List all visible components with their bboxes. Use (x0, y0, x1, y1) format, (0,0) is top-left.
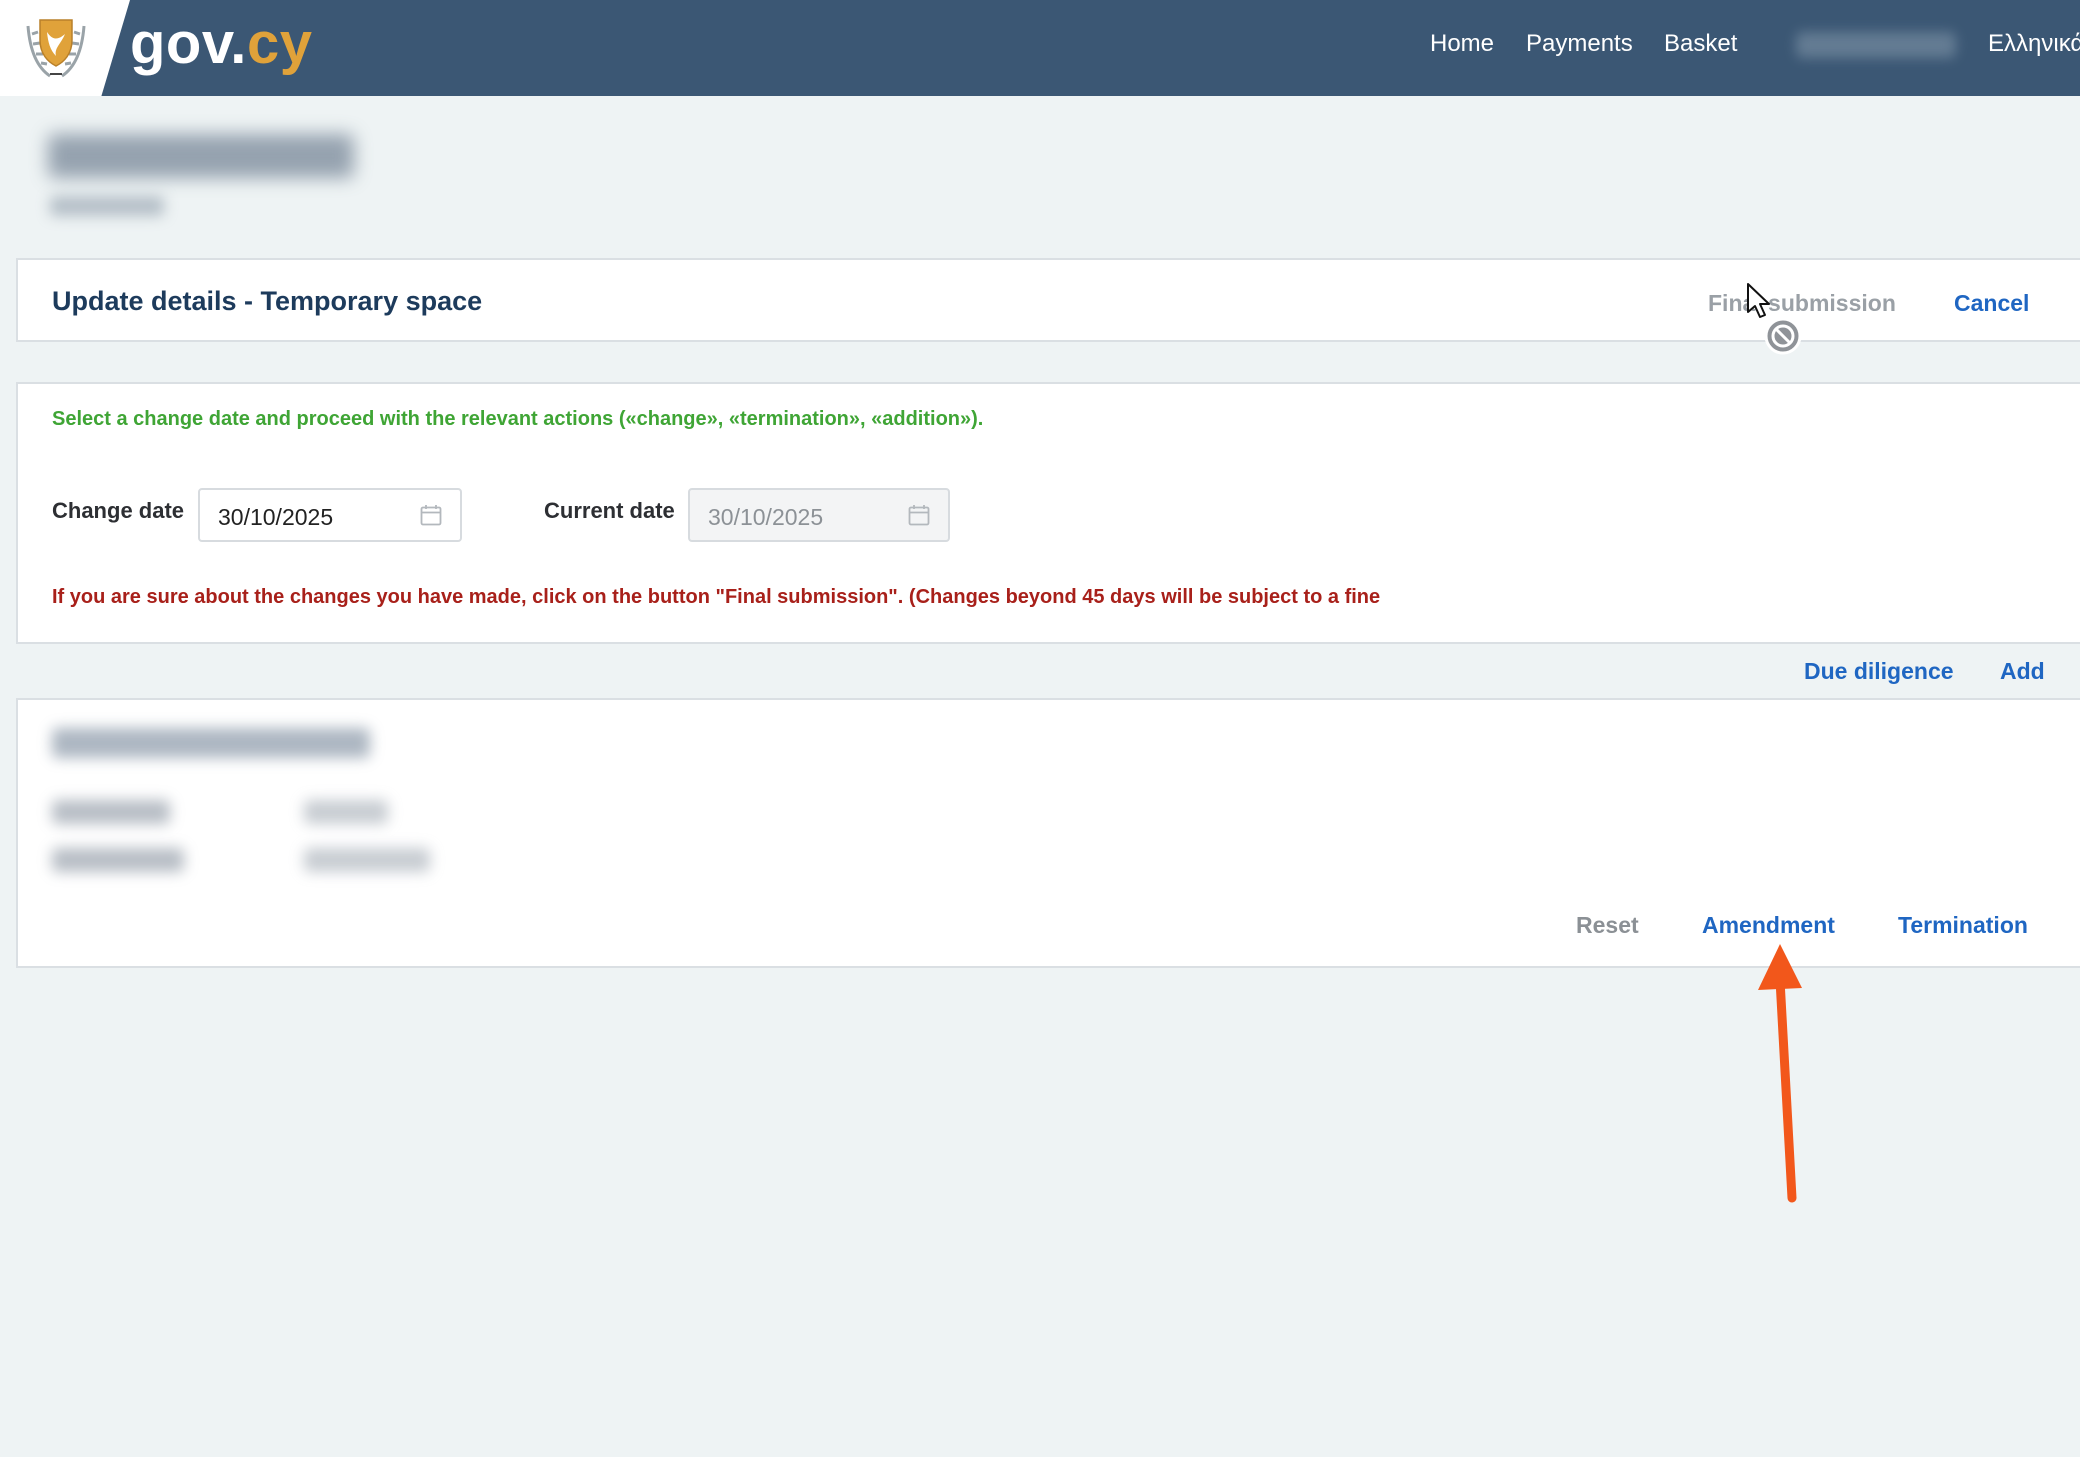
detail-label-redacted (52, 848, 184, 872)
change-date-value: 30/10/2025 (218, 504, 334, 530)
add-link[interactable]: Add (2000, 658, 2045, 685)
top-header: gov.cy Home Payments Basket Ελληνικά (0, 0, 2080, 96)
reset-button[interactable]: Reset (1576, 912, 1639, 939)
instruction-text: Select a change date and proceed with th… (52, 408, 984, 430)
logo-area[interactable] (0, 0, 130, 96)
cyprus-crest-icon (26, 19, 86, 78)
company-name-redacted (48, 134, 354, 178)
calendar-icon (908, 505, 930, 526)
language-switch-link[interactable]: Ελληνικά (1988, 30, 2080, 58)
up-arrow-annotation-icon (1758, 944, 1802, 1203)
person-name-redacted (52, 728, 370, 758)
nav-basket-link[interactable]: Basket (1664, 30, 1737, 58)
change-date-label: Change date (52, 498, 185, 523)
change-date-input[interactable]: 30/10/2025 (198, 488, 462, 542)
update-details-panel: Update details - Temporary space Final s… (16, 258, 2080, 342)
final-submission-button[interactable]: Final submission (1708, 290, 1896, 317)
user-account-redacted[interactable] (1796, 32, 1956, 58)
brand-main: gov. (130, 11, 247, 76)
current-date-input: 30/10/2025 (688, 488, 950, 542)
calendar-icon[interactable] (420, 504, 442, 526)
cancel-button[interactable]: Cancel (1954, 290, 2029, 317)
detail-value-redacted (304, 848, 430, 872)
change-date-panel: Select a change date and proceed with th… (16, 382, 2080, 644)
amendment-button[interactable]: Amendment (1702, 912, 1835, 939)
termination-button[interactable]: Termination (1898, 912, 2028, 939)
current-date-label: Current date (544, 498, 675, 523)
gov-cy-brand[interactable]: gov.cy (130, 10, 312, 77)
current-date-value: 30/10/2025 (708, 504, 824, 530)
nav-home-link[interactable]: Home (1430, 30, 1494, 58)
brand-tld: cy (246, 11, 313, 76)
nav-payments-link[interactable]: Payments (1526, 30, 1633, 58)
due-diligence-link[interactable]: Due diligence (1804, 658, 1954, 685)
person-record-panel: Reset Amendment Termination (16, 698, 2080, 968)
detail-label-redacted (52, 800, 170, 824)
company-registration-redacted (50, 196, 164, 216)
fine-warning-text: If you are sure about the changes you ha… (52, 586, 1381, 608)
detail-value-redacted (304, 800, 388, 824)
page-title: Update details - Temporary space (52, 286, 483, 316)
